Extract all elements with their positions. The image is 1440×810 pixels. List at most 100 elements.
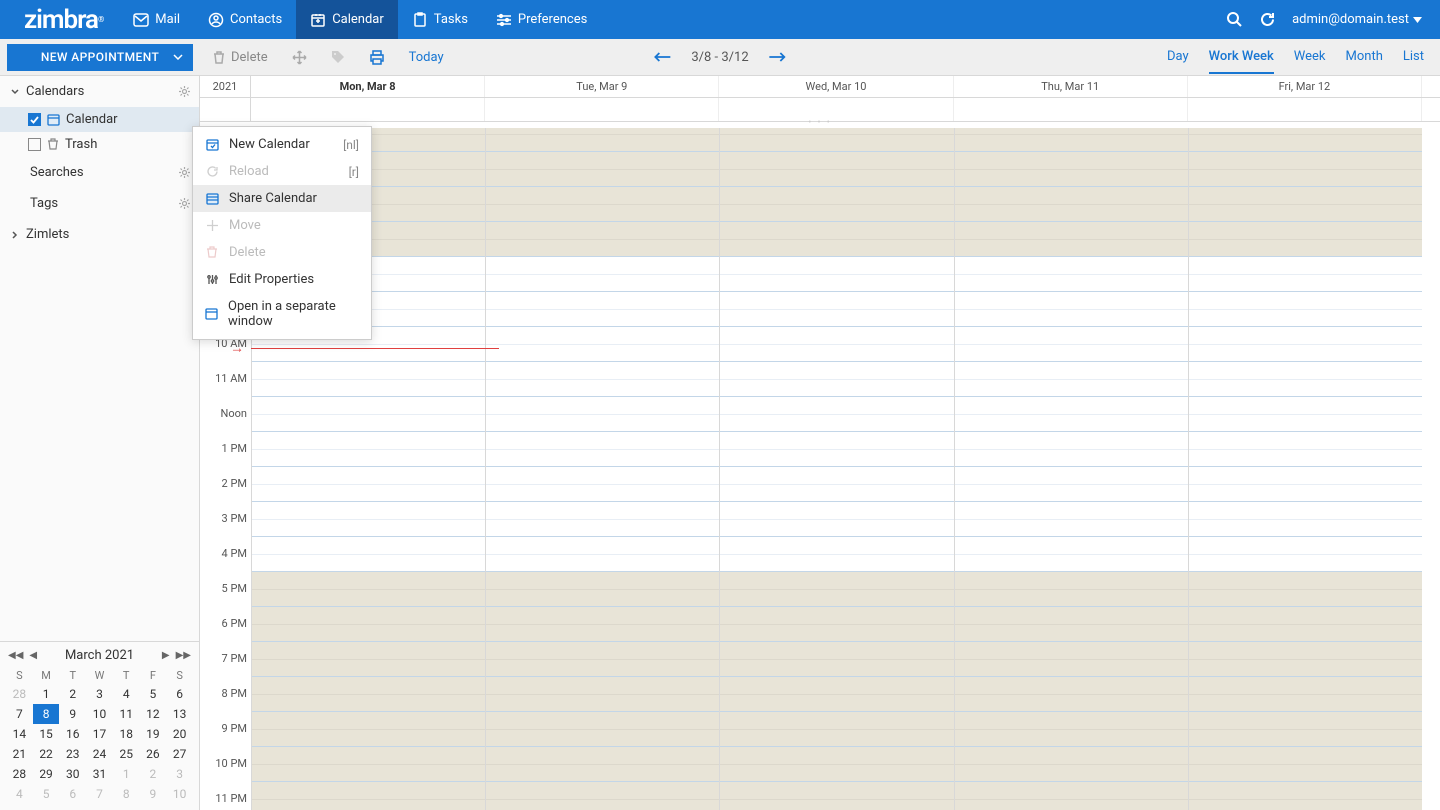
mini-day[interactable]: 22	[33, 744, 60, 764]
view-week[interactable]: Week	[1294, 49, 1326, 74]
day-column[interactable]	[719, 128, 953, 810]
search-icon[interactable]	[1226, 11, 1243, 28]
nav-mail-label: Mail	[155, 12, 180, 27]
window-icon	[205, 308, 218, 320]
mini-day[interactable]: 31	[86, 764, 113, 784]
mini-day[interactable]: 14	[6, 724, 33, 744]
menu-new-calendar[interactable]: New Calendar [nl]	[193, 131, 371, 158]
view-month[interactable]: Month	[1346, 49, 1383, 74]
mini-day[interactable]: 2	[140, 764, 167, 784]
mini-day[interactable]: 1	[113, 764, 140, 784]
nav-tasks[interactable]: Tasks	[398, 0, 482, 39]
mini-day[interactable]: 6	[166, 684, 193, 704]
calendar-header-row: 2021 Mon, Mar 8 Tue, Mar 9 Wed, Mar 10 T…	[200, 76, 1440, 98]
mini-day[interactable]: 28	[6, 684, 33, 704]
prev-week-button[interactable]	[653, 51, 671, 63]
new-appointment-button[interactable]: NEW APPOINTMENT	[7, 44, 193, 71]
mini-prev-year[interactable]: ◀◀	[6, 650, 25, 661]
mini-day[interactable]: 4	[6, 784, 33, 804]
mini-day[interactable]: 17	[86, 724, 113, 744]
move-button[interactable]	[280, 39, 319, 75]
nav-preferences[interactable]: Preferences	[482, 0, 601, 39]
mini-day[interactable]: 8	[113, 784, 140, 804]
mail-icon	[133, 13, 149, 27]
menu-share-calendar[interactable]: Share Calendar	[193, 185, 371, 212]
mini-day[interactable]: 5	[33, 784, 60, 804]
mini-day[interactable]: 21	[6, 744, 33, 764]
mini-day[interactable]: 29	[33, 764, 60, 784]
nav-contacts[interactable]: Contacts	[194, 0, 296, 39]
mini-day[interactable]: 26	[140, 744, 167, 764]
mini-day[interactable]: 10	[166, 784, 193, 804]
mini-day[interactable]: 4	[113, 684, 140, 704]
mini-prev-month[interactable]: ◀	[27, 650, 39, 661]
mini-day[interactable]: 19	[140, 724, 167, 744]
time-grid[interactable]: 1 AM2 AM3 AM4 AM5 AM6 AM7 AM8 AM9 AM10 A…	[200, 128, 1440, 810]
sidebar-tags-header[interactable]: Tags	[0, 188, 199, 219]
gear-icon[interactable]	[178, 85, 191, 98]
mini-day[interactable]: 6	[59, 784, 86, 804]
searches-label: Searches	[30, 165, 84, 180]
mini-day[interactable]: 11	[113, 704, 140, 724]
mini-day[interactable]: 8	[33, 704, 60, 724]
view-day[interactable]: Day	[1167, 49, 1189, 74]
sidebar-item-calendar[interactable]: Calendar	[0, 107, 199, 132]
today-label: Today	[409, 50, 444, 65]
mini-day[interactable]: 24	[86, 744, 113, 764]
mini-day[interactable]: 28	[6, 764, 33, 784]
checkbox-checked-icon[interactable]	[28, 113, 41, 126]
mini-day[interactable]: 27	[166, 744, 193, 764]
mini-day[interactable]: 3	[166, 764, 193, 784]
mini-day[interactable]: 13	[166, 704, 193, 724]
menu-label: Move	[229, 218, 261, 233]
next-week-button[interactable]	[769, 51, 787, 63]
nav-calendar[interactable]: Calendar	[296, 0, 398, 39]
day-column[interactable]	[485, 128, 719, 810]
print-button[interactable]	[357, 39, 397, 75]
mini-day[interactable]: 25	[113, 744, 140, 764]
tag-icon	[331, 50, 345, 64]
mini-day[interactable]: 2	[59, 684, 86, 704]
today-button[interactable]: Today	[397, 39, 456, 75]
refresh-icon[interactable]	[1259, 11, 1276, 28]
nav-mail[interactable]: Mail	[119, 0, 194, 39]
view-list[interactable]: List	[1403, 49, 1424, 74]
sidebar-calendars-header[interactable]: Calendars	[0, 76, 199, 107]
sidebar-item-trash[interactable]: Trash	[0, 132, 199, 157]
calendar-icon	[310, 12, 326, 28]
mini-day[interactable]: 7	[86, 784, 113, 804]
mini-day[interactable]: 20	[166, 724, 193, 744]
mini-day[interactable]: 30	[59, 764, 86, 784]
mini-day[interactable]: 18	[113, 724, 140, 744]
tag-button[interactable]	[319, 39, 357, 75]
mini-day[interactable]: 1	[33, 684, 60, 704]
zimlets-label: Zimlets	[26, 227, 69, 242]
mini-day[interactable]: 15	[33, 724, 60, 744]
mini-day[interactable]: 5	[140, 684, 167, 704]
view-tabs: Day Work Week Week Month List	[1167, 41, 1424, 74]
mini-day[interactable]: 16	[59, 724, 86, 744]
day-column[interactable]	[1188, 128, 1422, 810]
day-column[interactable]	[954, 128, 1188, 810]
menu-edit-properties[interactable]: Edit Properties	[193, 266, 371, 293]
delete-button[interactable]: Delete	[200, 39, 280, 75]
mini-day[interactable]: 3	[86, 684, 113, 704]
sidebar-zimlets-header[interactable]: Zimlets	[0, 219, 199, 250]
sidebar-searches-header[interactable]: Searches	[0, 157, 199, 188]
mini-day[interactable]: 9	[140, 784, 167, 804]
gear-icon[interactable]	[178, 166, 191, 179]
gear-icon[interactable]	[178, 197, 191, 210]
mini-day[interactable]: 7	[6, 704, 33, 724]
menu-label: Share Calendar	[229, 191, 317, 206]
top-navbar: zimbra® Mail Contacts Calendar Tasks Pre…	[0, 0, 1440, 39]
menu-open-window[interactable]: Open in a separate window	[193, 293, 371, 335]
user-menu[interactable]: admin@domain.test	[1292, 12, 1422, 27]
mini-day[interactable]: 9	[59, 704, 86, 724]
mini-day[interactable]: 10	[86, 704, 113, 724]
mini-day[interactable]: 12	[140, 704, 167, 724]
view-work-week[interactable]: Work Week	[1209, 49, 1274, 74]
mini-next-month[interactable]: ▶	[160, 650, 172, 661]
checkbox-icon[interactable]	[28, 138, 41, 151]
mini-day[interactable]: 23	[59, 744, 86, 764]
mini-next-year[interactable]: ▶▶	[174, 650, 193, 661]
